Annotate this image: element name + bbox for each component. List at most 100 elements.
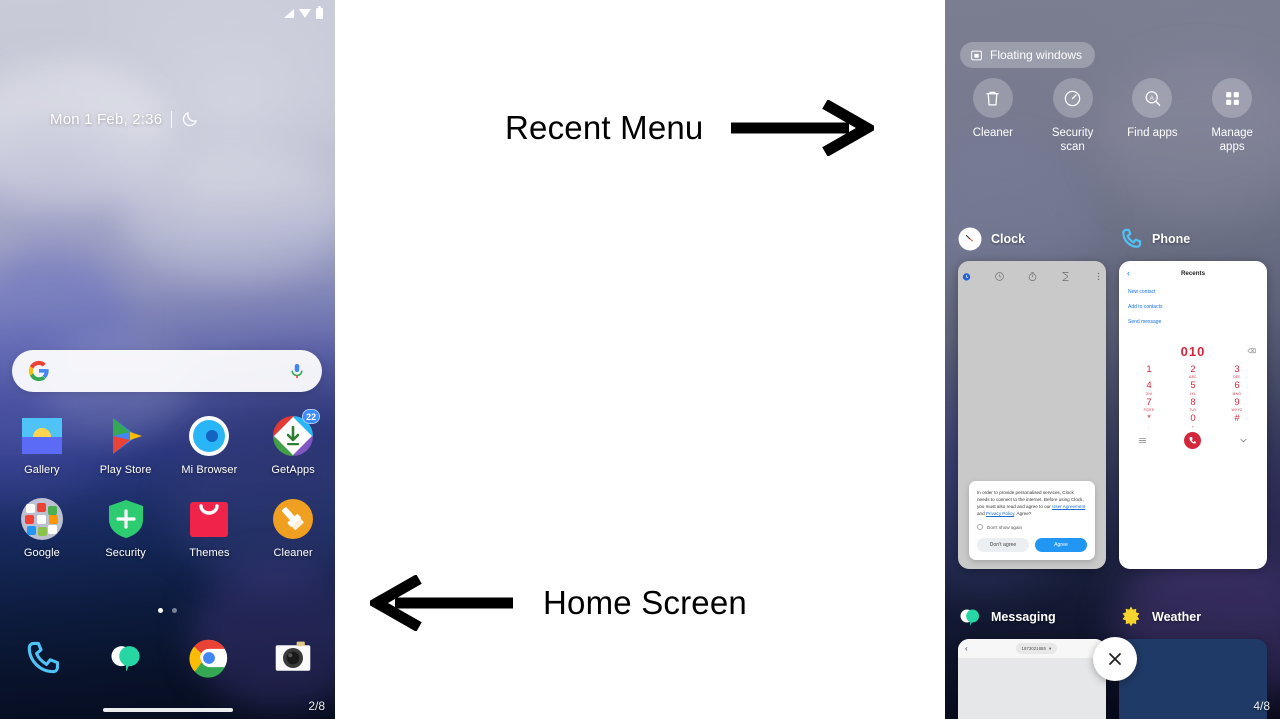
floating-windows-chip[interactable]: Floating windows: [960, 42, 1096, 68]
send-message-action[interactable]: Send message: [1128, 319, 1258, 325]
dont-show-again-row[interactable]: Don't show again: [977, 524, 1087, 530]
user-agreement-link[interactable]: User Agreement: [1052, 504, 1085, 509]
weather-sun-icon: [1122, 606, 1140, 627]
dial-key-9[interactable]: 9 WXYZ: [1215, 397, 1259, 412]
dialer-bottom-bar: [1119, 429, 1267, 456]
dial-key-8[interactable]: 8 TUV: [1171, 396, 1215, 413]
dial-key-number: 8: [1190, 396, 1196, 408]
quick-action-circle: [972, 78, 1013, 118]
world-clock-icon[interactable]: [994, 271, 1005, 282]
dial-key-letters: GHI: [1145, 391, 1153, 396]
dock-item-chrome[interactable]: [168, 638, 252, 678]
close-all-button[interactable]: [1093, 637, 1137, 681]
quick-action-circle: [1212, 78, 1253, 118]
camera-icon: [275, 641, 311, 671]
quick-action-find-apps[interactable]: A Find apps: [1115, 78, 1189, 140]
privacy-policy-link[interactable]: Privacy Policy: [986, 511, 1014, 516]
stopwatch-icon[interactable]: [1027, 271, 1038, 282]
agree-button[interactable]: Agree: [1035, 538, 1087, 552]
clock-widget[interactable]: Mon 1 Feb, 2:36: [50, 110, 199, 128]
alarm-icon[interactable]: [961, 271, 972, 282]
dial-key-hash[interactable]: #: [1215, 413, 1259, 428]
clock-app-icon: [958, 227, 982, 251]
microphone-icon[interactable]: [288, 360, 306, 382]
app-icon-themes[interactable]: Themes: [168, 497, 252, 559]
floating-windows-label: Floating windows: [990, 48, 1083, 62]
task-clock[interactable]: Clock In order to provide personalised s…: [958, 226, 1106, 569]
task-card-weather[interactable]: [1119, 639, 1267, 719]
app-icon-mi-browser[interactable]: Mi Browser: [168, 414, 252, 476]
task-weather[interactable]: Weather: [1119, 604, 1267, 719]
page-counter-right: 4/8: [1253, 699, 1270, 713]
dialog-body-part-2: and: [977, 510, 986, 516]
task-messaging[interactable]: Messaging ‹ 1873021885 ▾: [958, 604, 1106, 719]
task-card-clock[interactable]: In order to provide personalised service…: [958, 261, 1106, 569]
dialpad: 1 2 ABC 3 DEF 4 GHI 5 JKL 6 MNO 7 PQRS 8 TUV 9W…: [1119, 364, 1267, 429]
dial-key-7[interactable]: 7 PQRS: [1127, 397, 1171, 412]
app-icon-getapps[interactable]: 22 GetApps: [251, 409, 335, 476]
app-icon-cleaner[interactable]: Cleaner: [251, 497, 335, 559]
wallpaper-cloud: [120, 150, 335, 280]
gallery-icon: [20, 414, 64, 458]
timer-icon[interactable]: [1060, 271, 1071, 282]
task-phone[interactable]: Phone ‹ Recents New contact Add to conta…: [1119, 226, 1267, 569]
call-icon[interactable]: [1184, 431, 1202, 449]
dial-key-5[interactable]: 5 JKL: [1171, 380, 1215, 395]
quick-action-label: Find apps: [1127, 127, 1178, 139]
dock-item-camera[interactable]: [251, 638, 335, 678]
page-dot-active[interactable]: [158, 608, 163, 613]
dial-key-6[interactable]: 6 MNO: [1215, 380, 1259, 395]
task-card-phone[interactable]: ‹ Recents New contact Add to contacts Se…: [1119, 261, 1267, 569]
dial-key-4[interactable]: 4 GHI: [1127, 380, 1171, 396]
dont-show-again-checkbox[interactable]: [977, 524, 983, 530]
annotation-panel: Recent Menu Home Screen: [335, 0, 945, 719]
menu-lines-icon[interactable]: [1137, 435, 1148, 446]
home-indicator[interactable]: [102, 708, 233, 712]
dial-key-number: 0: [1190, 413, 1196, 425]
play-store-icon: [104, 414, 148, 458]
dial-key-1[interactable]: 1: [1127, 364, 1171, 379]
quick-action-manage-apps[interactable]: Manage apps: [1195, 78, 1269, 155]
recipient-chip[interactable]: 1873021885 ▾: [1015, 643, 1058, 654]
task-header: Messaging: [958, 604, 1106, 630]
quick-action-security-scan[interactable]: Security scan: [1036, 78, 1110, 155]
add-to-contacts-action[interactable]: Add to contacts: [1128, 304, 1258, 310]
dial-key-0[interactable]: 0 +: [1171, 413, 1215, 428]
app-icon-gallery[interactable]: Gallery: [0, 414, 84, 476]
app-folder-google[interactable]: Google: [0, 497, 84, 559]
clock-consent-dialog[interactable]: In order to provide personalised service…: [969, 480, 1095, 560]
page-dot[interactable]: [172, 608, 177, 613]
dial-key-number: 2: [1190, 364, 1196, 375]
dial-key-letters: TUV: [1189, 408, 1197, 413]
quick-action-label: Security scan: [1051, 127, 1094, 154]
app-icon-security[interactable]: Security: [84, 497, 168, 559]
dock-item-messaging[interactable]: [84, 638, 168, 678]
dock-item-phone[interactable]: [0, 638, 84, 678]
quick-action-label: Manage apps: [1211, 127, 1253, 154]
grid-apps-icon: [1225, 91, 1239, 105]
security-shield-icon: [104, 497, 148, 541]
dial-key-3[interactable]: 3 DEF: [1215, 364, 1259, 379]
getapps-badge: 22: [302, 409, 321, 424]
page-indicator: [0, 608, 335, 613]
annotation-recent-menu-label: Recent Menu: [505, 109, 704, 146]
dont-show-again-label: Don't show again: [987, 524, 1023, 530]
chevron-down-icon[interactable]: ▾: [1049, 646, 1051, 652]
task-name: Clock: [991, 232, 1026, 246]
overflow-menu-icon[interactable]: [1093, 271, 1104, 282]
dial-key-2[interactable]: 2 ABC: [1171, 364, 1215, 379]
new-contact-action[interactable]: New contact: [1128, 289, 1258, 295]
google-search-bar[interactable]: [12, 350, 322, 392]
task-card-messaging[interactable]: ‹ 1873021885 ▾: [958, 639, 1106, 719]
backspace-icon[interactable]: ⌫: [1248, 348, 1257, 355]
app-label: Mi Browser: [181, 464, 238, 476]
hide-keypad-icon[interactable]: [1238, 435, 1249, 446]
chevron-left-icon[interactable]: ‹: [965, 644, 968, 653]
quick-action-cleaner[interactable]: Cleaner: [956, 78, 1030, 140]
recipient-number: 1873021885: [1021, 646, 1046, 651]
app-icon-play-store[interactable]: Play Store: [84, 414, 168, 476]
moon-icon[interactable]: [181, 110, 199, 128]
dont-agree-button[interactable]: Don't agree: [977, 538, 1029, 552]
dial-key-star[interactable]: *,: [1127, 413, 1171, 428]
quick-actions-row: Cleaner Security scan A Find apps Manage…: [945, 78, 1280, 155]
